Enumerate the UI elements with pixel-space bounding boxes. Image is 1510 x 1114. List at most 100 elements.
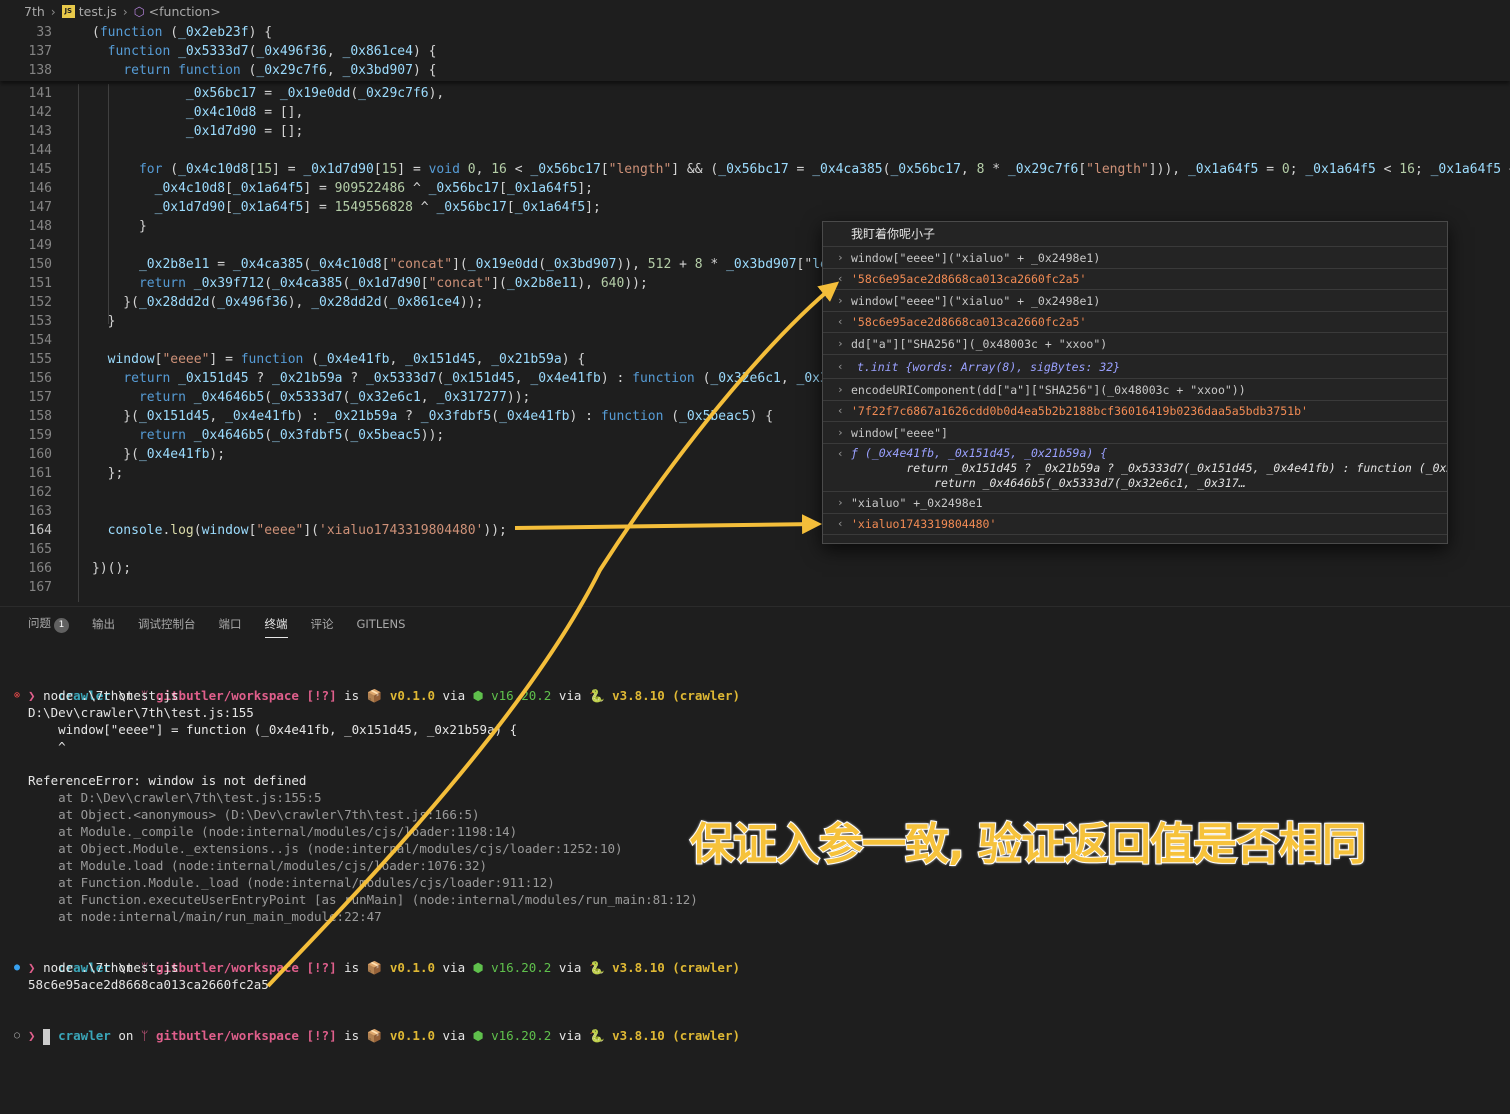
console-output-row[interactable]: ‹ t.init {words: Array(8), sigBytes: 32} [823, 355, 1447, 379]
console-input-row[interactable]: › dd["a"]["SHA256"](_0x48003c + "xxoo") [823, 333, 1447, 355]
error-message: ReferenceError: window is not defined [28, 773, 307, 788]
stack-frame: at node:internal/main/run_main_module:22… [28, 909, 382, 924]
code-line: 143 _0x1d7d90 = []; [0, 122, 1510, 141]
console-output-row[interactable]: ‹ '58c6e95ace2d8668ca013ca2660fc2a5' [823, 312, 1447, 333]
console-fn-body: return _0x151d45 ? _0x21b59a ? _0x5333d7… [851, 461, 1447, 475]
line-code: console.log(window["eeee"]('xialuo174331… [107, 523, 507, 538]
console-input-row[interactable]: › window["eeee"]("xialuo" + _0x2498e1) [823, 290, 1447, 312]
terminal-prompt: crawler on ᛘ gitbutler/workspace [!?] is… [58, 960, 741, 975]
chevron-left-icon: ‹ [837, 404, 844, 417]
console-output-row[interactable]: ‹ 'xialuo1743319804480' [823, 514, 1447, 535]
line-number[interactable]: 150 [0, 255, 52, 274]
package-icon: 📦 [366, 1028, 383, 1043]
line-code: for (_0x4c10d8[15] = _0x1d7d90[15] = voi… [138, 162, 1510, 177]
console-output-row[interactable]: ‹ '58c6e95ace2d8668ca013ca2660fc2a5' [823, 269, 1447, 290]
terminal[interactable]: crawler on ᛘ gitbutler/workspace [!?] is… [0, 642, 1510, 1114]
console-text: encodeURIComponent(dd["a"]["SHA256"](_0x… [851, 382, 1246, 397]
console-output-row[interactable]: ‹ '7f22f7c6867a1626cdd0b0d4ea5b2b2188bcf3… [823, 401, 1447, 422]
error-caret: ^ [28, 739, 66, 754]
chevron-left-icon: ‹ [837, 517, 844, 530]
tab-debug-console[interactable]: 调试控制台 [138, 610, 196, 638]
breadcrumb-symbol[interactable]: <function> [149, 4, 221, 19]
line-number[interactable]: 147 [0, 198, 52, 217]
line-number[interactable]: 167 [0, 578, 52, 597]
line-code: window["eeee"] = function (_0x4e41fb, _0… [107, 352, 586, 367]
console-text: 'xialuo1743319804480' [851, 517, 997, 531]
line-code: function _0x5333d7(_0x496f36, _0x861ce4)… [107, 44, 437, 59]
console-input-row[interactable]: › window["eeee"] [823, 422, 1447, 444]
chevron-right-icon: › [837, 425, 844, 439]
terminal-prompt: crawler on ᛘ gitbutler/workspace [!?] is… [58, 688, 741, 703]
terminal-input-line[interactable]: ❯ [28, 1027, 51, 1045]
breadcrumb-folder[interactable]: 7th [24, 4, 45, 19]
line-number[interactable]: 143 [0, 122, 52, 141]
code-line: 146 _0x4c10d8[_0x1a64f5] = 909522486 ^ _… [0, 179, 1510, 198]
js-file-icon: JS [61, 4, 75, 18]
breadcrumb-file[interactable]: test.js [79, 4, 117, 19]
line-number[interactable]: 146 [0, 179, 52, 198]
indent-guide [78, 84, 79, 602]
line-code: } [92, 314, 116, 329]
line-number[interactable]: 142 [0, 103, 52, 122]
line-number[interactable]: 159 [0, 426, 52, 445]
line-number[interactable]: 144 [0, 141, 52, 160]
console-input-row[interactable]: › "xialuo" +_0x2498e1 [823, 492, 1447, 514]
console-text: window["eeee"]("xialuo" + _0x2498e1) [851, 250, 1101, 265]
line-number[interactable]: 149 [0, 236, 52, 255]
line-number[interactable]: 156 [0, 369, 52, 388]
tab-comments[interactable]: 评论 [311, 610, 334, 638]
line-code: }; [92, 466, 124, 481]
command-success-icon: ● [14, 962, 21, 973]
line-number[interactable]: 162 [0, 483, 52, 502]
code-line: 145 for (_0x4c10d8[15] = _0x1d7d90[15] =… [0, 160, 1510, 179]
tab-problems[interactable]: 问题 1 [28, 609, 69, 639]
chevron-right-icon: › [837, 250, 844, 264]
line-number[interactable]: 154 [0, 331, 52, 350]
code-line: 138 return function (_0x29c7f6, _0x3bd90… [0, 61, 1510, 80]
tab-ports[interactable]: 端口 [219, 610, 242, 638]
console-output-row[interactable]: ‹ ƒ (_0x4e41fb, _0x151d45, _0x21b59a) { r… [823, 444, 1447, 492]
console-text: '7f22f7c6867a1626cdd0b0d4ea5b2b2188bcf36… [851, 404, 1308, 418]
line-code: return function (_0x29c7f6, _0x3bd907) { [123, 63, 437, 78]
problems-count-badge: 1 [54, 617, 69, 633]
chevron-right-icon: › [122, 3, 128, 19]
line-code: return _0x151d45 ? _0x21b59a ? _0x5333d7… [123, 371, 836, 386]
line-number[interactable]: 33 [0, 23, 52, 42]
console-text: dd["a"]["SHA256"](_0x48003c + "xxoo") [851, 336, 1108, 351]
line-number[interactable]: 157 [0, 388, 52, 407]
console-text: '58c6e95ace2d8668ca013ca2660fc2a5' [851, 272, 1087, 286]
chevron-right-icon: › [50, 3, 56, 19]
command-pending-icon: ○ [14, 1030, 21, 1041]
tab-gitlens[interactable]: GITLENS [357, 611, 406, 637]
package-icon: 📦 [366, 960, 383, 975]
line-number[interactable]: 161 [0, 464, 52, 483]
line-number[interactable]: 152 [0, 293, 52, 312]
line-number[interactable]: 148 [0, 217, 52, 236]
line-number[interactable]: 153 [0, 312, 52, 331]
console-input-row[interactable]: › window["eeee"]("xialuo" + _0x2498e1) [823, 247, 1447, 269]
devtools-console[interactable]: 我盯着你呢小子 › window["eeee"]("xialuo" + _0x24… [822, 221, 1448, 544]
chevron-right-icon: › [837, 336, 844, 350]
line-number[interactable]: 145 [0, 160, 52, 179]
line-number[interactable]: 138 [0, 61, 52, 80]
line-number[interactable]: 155 [0, 350, 52, 369]
line-number[interactable]: 165 [0, 540, 52, 559]
console-text: ƒ (_0x4e41fb, _0x151d45, _0x21b59a) { [851, 446, 1108, 460]
line-number[interactable]: 151 [0, 274, 52, 293]
line-number[interactable]: 158 [0, 407, 52, 426]
code-line: 166})(); [0, 559, 1510, 578]
console-input-row[interactable]: › encodeURIComponent(dd["a"]["SHA256"](_0… [823, 379, 1447, 401]
chevron-right-icon: › [837, 382, 844, 396]
tab-output[interactable]: 输出 [92, 610, 115, 638]
chevron-left-icon: ‹ [837, 359, 844, 373]
tab-terminal[interactable]: 终端 [264, 610, 288, 638]
line-number[interactable]: 166 [0, 559, 52, 578]
line-number[interactable]: 164 [0, 521, 52, 540]
line-number[interactable]: 141 [0, 84, 52, 103]
terminal-prompt: crawler on ᛘ gitbutler/workspace [!?] is… [58, 1028, 741, 1043]
line-number[interactable]: 163 [0, 502, 52, 521]
terminal-command: ❯ node .\7th\test.js [28, 960, 179, 975]
line-number[interactable]: 137 [0, 42, 52, 61]
line-number[interactable]: 160 [0, 445, 52, 464]
stack-frame: at Function.Module._load (node:internal/… [28, 875, 555, 890]
